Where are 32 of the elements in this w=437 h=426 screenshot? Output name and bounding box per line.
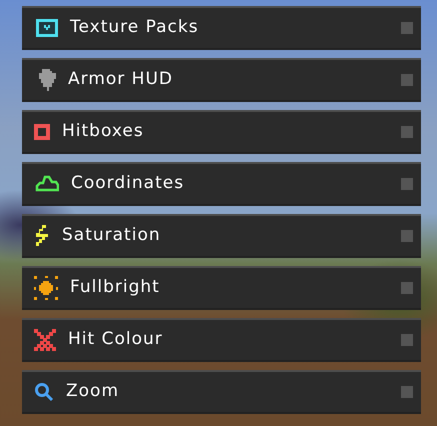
module-row[interactable]: Hit Colour: [22, 318, 421, 362]
module-row[interactable]: Zoom: [22, 370, 421, 414]
module-label: Texture Packs: [70, 16, 199, 40]
module-row[interactable]: Fullbright: [22, 266, 421, 310]
module-label: Hit Colour: [68, 328, 163, 352]
module-label: Coordinates: [71, 172, 184, 196]
module-row[interactable]: Hitboxes: [22, 110, 421, 154]
toggle-indicator[interactable]: [401, 178, 413, 190]
toggle-indicator[interactable]: [401, 386, 413, 398]
toggle-indicator[interactable]: [401, 22, 413, 34]
module-label: Armor HUD: [68, 68, 173, 92]
square-outline-icon: [34, 124, 50, 140]
toggle-indicator[interactable]: [401, 334, 413, 346]
module-row[interactable]: Saturation: [22, 214, 421, 258]
lightning-icon: [34, 225, 50, 247]
crossed-swords-icon: [34, 329, 56, 351]
toggle-indicator[interactable]: [401, 74, 413, 86]
toggle-indicator[interactable]: [401, 230, 413, 242]
module-row[interactable]: Texture Packs: [22, 6, 421, 50]
search-icon: [34, 382, 54, 402]
shield-icon: [36, 69, 56, 91]
module-label: Zoom: [66, 380, 120, 404]
module-label: Fullbright: [70, 276, 160, 300]
picture-frame-icon: [36, 19, 58, 37]
toggle-indicator[interactable]: [401, 126, 413, 138]
module-row[interactable]: Armor HUD: [22, 58, 421, 102]
toggle-indicator[interactable]: [401, 282, 413, 294]
module-label: Saturation: [62, 224, 161, 248]
cloud-icon: [35, 175, 59, 193]
module-label: Hitboxes: [62, 120, 144, 144]
module-row[interactable]: Coordinates: [22, 162, 421, 206]
sun-icon: [34, 276, 58, 300]
